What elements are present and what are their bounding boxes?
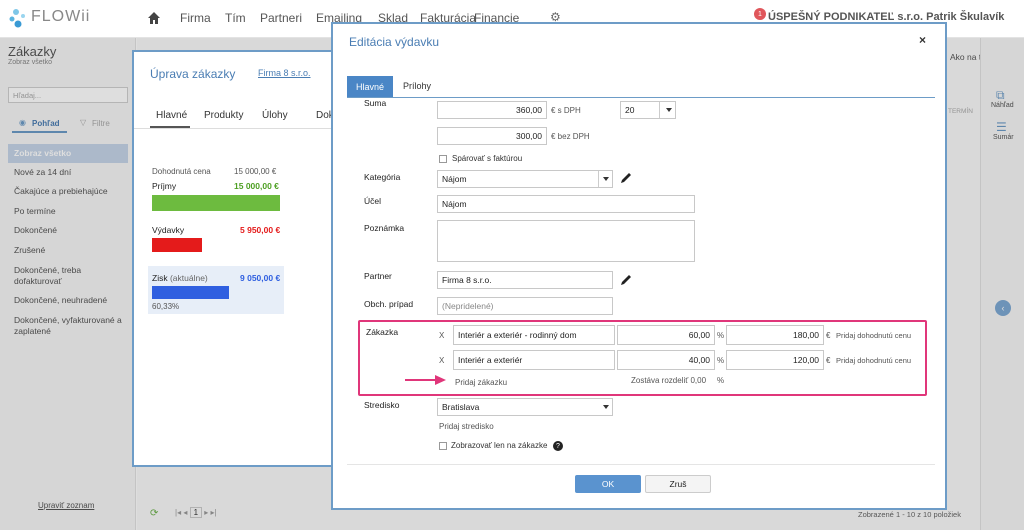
income-bar (152, 195, 280, 211)
center-select[interactable]: Bratislava (437, 398, 613, 416)
modal1-tab-1[interactable]: Hlavné (156, 110, 187, 121)
pair-invoice-label[interactable]: Spárovať s faktúrou (452, 154, 522, 163)
remaining-unit: % (717, 376, 725, 385)
help-icon[interactable]: ? (553, 441, 563, 451)
profit-note: (aktuálne) (169, 273, 208, 283)
order-1-currency: € (826, 331, 831, 340)
nav-item-3[interactable]: Partneri (260, 11, 302, 25)
order-label: Zákazka (366, 327, 399, 337)
tab-attachments[interactable]: Prílohy (403, 81, 431, 91)
net-unit: € bez DPH (551, 132, 590, 141)
category-value: Nájom (442, 174, 467, 184)
category-select[interactable]: Nájom (437, 170, 613, 188)
vat-select[interactable]: 20 (620, 101, 676, 119)
nav-item-2[interactable]: Tím (225, 11, 246, 25)
case-input[interactable]: (Nepridelené) (437, 297, 613, 315)
chevron-down-icon (666, 108, 672, 112)
expense-label: Výdavky (152, 225, 185, 235)
partner-input[interactable]: Firma 8 s.r.o. (437, 271, 613, 289)
amount-net-input[interactable]: 300,00 (437, 127, 547, 145)
order-2-add-price-link[interactable]: Pridaj dohodnutú cenu (836, 356, 911, 365)
purpose-label: Účel (364, 196, 382, 206)
pencil-icon[interactable] (619, 273, 633, 289)
expense-value: 5 950,00 € (240, 225, 281, 235)
income-label: Príjmy (152, 181, 177, 191)
order-2-amount[interactable]: 120,00 (726, 350, 824, 370)
amount-label: Suma (364, 98, 387, 108)
modal2-tabs-divider (347, 97, 935, 98)
modal2-footer-divider (347, 464, 935, 465)
order-2-percent[interactable]: 40,00 (617, 350, 715, 370)
profit-bar (152, 286, 229, 299)
category-label: Kategória (364, 172, 401, 182)
expense-bar (152, 238, 202, 252)
nav-item-1[interactable]: Firma (180, 11, 211, 25)
purpose-input[interactable]: Nájom (437, 195, 695, 213)
modal2-title: Editácia výdavku (349, 35, 440, 49)
profit-value: 9 050,00 € (240, 273, 281, 283)
order-2-name[interactable]: Interiér a exteriér (453, 350, 615, 370)
flowii-logo-icon (8, 7, 28, 29)
edit-expense-modal: Editácia výdavku × Hlavné Prílohy Suma 3… (331, 22, 947, 510)
show-only-checkbox[interactable] (439, 442, 447, 450)
pair-invoice-checkbox[interactable] (439, 155, 447, 163)
cancel-button[interactable]: Zruš (645, 475, 711, 493)
gross-unit: € s DPH (551, 106, 581, 115)
vat-value: 20 (625, 105, 635, 115)
modal1-tabs-divider (134, 128, 340, 129)
partner-label: Partner (364, 271, 392, 281)
profit-label-text: Zisk (152, 273, 168, 283)
ok-button[interactable]: OK (575, 475, 641, 493)
vat-dropdown-divider (659, 102, 660, 118)
edit-order-modal: Úprava zákazky Firma 8 s.r.o. Hlavné Prod… (132, 50, 342, 467)
center-label: Stredisko (364, 400, 400, 410)
modal1-tab-3[interactable]: Úlohy (262, 110, 288, 121)
app-logo-text[interactable]: FLOWii (31, 8, 90, 26)
modal1-tab-2[interactable]: Produkty (204, 110, 243, 121)
add-order-link[interactable]: Pridaj zákazku (455, 378, 507, 387)
home-icon[interactable] (148, 12, 160, 24)
agreed-price-label: Dohodnutá cena (152, 167, 211, 176)
pencil-icon[interactable] (619, 171, 633, 187)
income-value: 15 000,00 € (234, 181, 279, 191)
profit-percent: 60,33% (152, 302, 180, 311)
note-textarea[interactable] (437, 220, 695, 262)
agreed-price-value: 15 000,00 € (234, 167, 277, 176)
order-1-amount[interactable]: 180,00 (726, 325, 824, 345)
order-2-percent-unit: % (717, 356, 725, 365)
order-1-add-price-link[interactable]: Pridaj dohodnutú cenu (836, 331, 911, 340)
notification-badge[interactable]: 1 (754, 8, 766, 20)
chevron-down-icon (603, 177, 609, 181)
arrow-right-icon (405, 374, 447, 388)
modal1-title: Úprava zákazky (150, 67, 236, 81)
show-only-label[interactable]: Zobrazovať len na zákazke (451, 441, 547, 450)
profit-label: Zisk (aktuálne) (152, 273, 208, 283)
remove-order-1[interactable]: X (439, 331, 444, 340)
amount-gross-input[interactable]: 360,00 (437, 101, 547, 119)
close-icon[interactable]: × (919, 33, 926, 47)
order-2-currency: € (826, 356, 831, 365)
order-1-percent[interactable]: 60,00 (617, 325, 715, 345)
chevron-down-icon (603, 405, 609, 409)
tab-main[interactable]: Hlavné (347, 76, 393, 97)
case-label: Obch. prípad (364, 299, 414, 309)
center-value: Bratislava (442, 402, 480, 412)
add-center-link[interactable]: Pridaj stredisko (439, 422, 494, 431)
order-1-name[interactable]: Interiér a exteriér - rodinný dom (453, 325, 615, 345)
remaining-label: Zostáva rozdeliť 0,00 (631, 376, 707, 385)
modal1-partner-link[interactable]: Firma 8 s.r.o. (258, 68, 311, 78)
note-label: Poznámka (364, 223, 405, 233)
modal1-tab-underline (150, 126, 190, 128)
remove-order-2[interactable]: X (439, 356, 444, 365)
category-dropdown-divider (598, 171, 599, 187)
order-1-percent-unit: % (717, 331, 725, 340)
